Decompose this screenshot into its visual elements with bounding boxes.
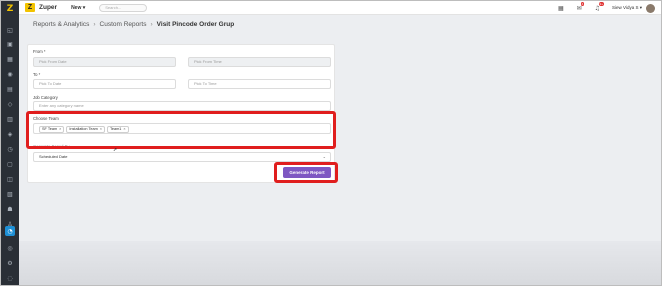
- team-icon[interactable]: ☗: [5, 204, 15, 214]
- page-background: [19, 241, 661, 285]
- from-label: From *: [33, 49, 46, 54]
- zuper-logo-icon[interactable]: Z: [5, 4, 15, 14]
- chat-badge: 4: [580, 1, 585, 6]
- timesheet-icon[interactable]: ◷: [5, 144, 15, 154]
- to-date-input[interactable]: Pick To Date: [33, 79, 176, 89]
- chat-icon[interactable]: ✉ 4: [577, 1, 585, 12]
- filter-select[interactable]: Scheduled Date ⌄: [33, 152, 331, 162]
- messages-icon[interactable]: ◫: [5, 174, 15, 184]
- job-category-label: Job Category: [33, 95, 58, 100]
- top-bar-actions: ▦ ✉ 4 ♫ 9+ Siew Vidya S ▾: [545, 1, 655, 15]
- search-input[interactable]: Search...: [99, 3, 148, 12]
- breadcrumb-custom-reports[interactable]: Custom Reports: [100, 21, 147, 28]
- help-icon[interactable]: ◌: [5, 273, 15, 283]
- bell-badge: 9+: [598, 1, 605, 6]
- generate-button-highlight: [274, 162, 338, 183]
- filter-select-value: Scheduled Date: [39, 154, 68, 159]
- brand-name: Zuper: [39, 4, 58, 11]
- breadcrumb-reports[interactable]: Reports & Analytics: [33, 21, 89, 28]
- to-label: To *: [33, 72, 41, 77]
- bell-icon[interactable]: ♫ 9+: [595, 1, 605, 12]
- dashboard-icon[interactable]: ◱: [5, 25, 15, 35]
- breadcrumb-separator: ›: [93, 21, 96, 28]
- top-bar: Z Zuper New ▾ Search... ▦ ✉ 4 ♫ 9+ Siew Vi…: [19, 1, 661, 15]
- avatar[interactable]: [646, 3, 655, 13]
- breadcrumb: Reports & Analytics › Custom Reports › V…: [33, 21, 234, 28]
- jobs-icon[interactable]: ▣: [5, 39, 15, 49]
- app-window: Z ◱ ▣ ▦ ◉ ▤ ◇ ▥ ◈ ◷ ▢ ◫ ▧ ☗ ♙ ◔ ◎ ⚙ ◌ Z …: [0, 0, 662, 286]
- grid-icon[interactable]: ▦: [558, 5, 564, 12]
- brand-logo-icon: Z: [25, 3, 35, 12]
- quotes-icon[interactable]: ◈: [5, 129, 15, 139]
- chevron-down-icon: ⌄: [322, 154, 326, 159]
- from-date-input[interactable]: Pick From Date: [33, 57, 176, 67]
- assets-icon[interactable]: ◇: [5, 99, 15, 109]
- job-category-input[interactable]: Enter any category name: [33, 101, 331, 111]
- mouse-cursor-icon: ➚: [113, 147, 118, 153]
- settings-icon[interactable]: ⚙: [5, 258, 15, 268]
- from-time-input[interactable]: Pick From Time: [188, 57, 331, 67]
- customers-icon[interactable]: ◉: [5, 69, 15, 79]
- schedule-icon[interactable]: ▦: [5, 54, 15, 64]
- page-title: Visit Pincode Order Grup: [156, 21, 235, 28]
- to-time-input[interactable]: Pick To Time: [188, 79, 331, 89]
- user-menu[interactable]: Siew Vidya S ▾: [612, 5, 642, 11]
- inventory-icon[interactable]: ▥: [5, 114, 15, 124]
- choose-team-highlight: [26, 111, 336, 149]
- invoice-icon[interactable]: ▤: [5, 84, 15, 94]
- sidebar: Z ◱ ▣ ▦ ◉ ▤ ◇ ▥ ◈ ◷ ▢ ◫ ▧ ☗ ♙ ◔ ◎ ⚙ ◌: [1, 1, 19, 285]
- projects-icon[interactable]: ▧: [5, 189, 15, 199]
- documents-icon[interactable]: ▢: [5, 159, 15, 169]
- new-button[interactable]: New ▾: [71, 5, 85, 11]
- integrations-icon[interactable]: ◎: [5, 243, 15, 253]
- breadcrumb-separator: ›: [150, 21, 153, 28]
- reports-icon[interactable]: ◔: [5, 226, 15, 236]
